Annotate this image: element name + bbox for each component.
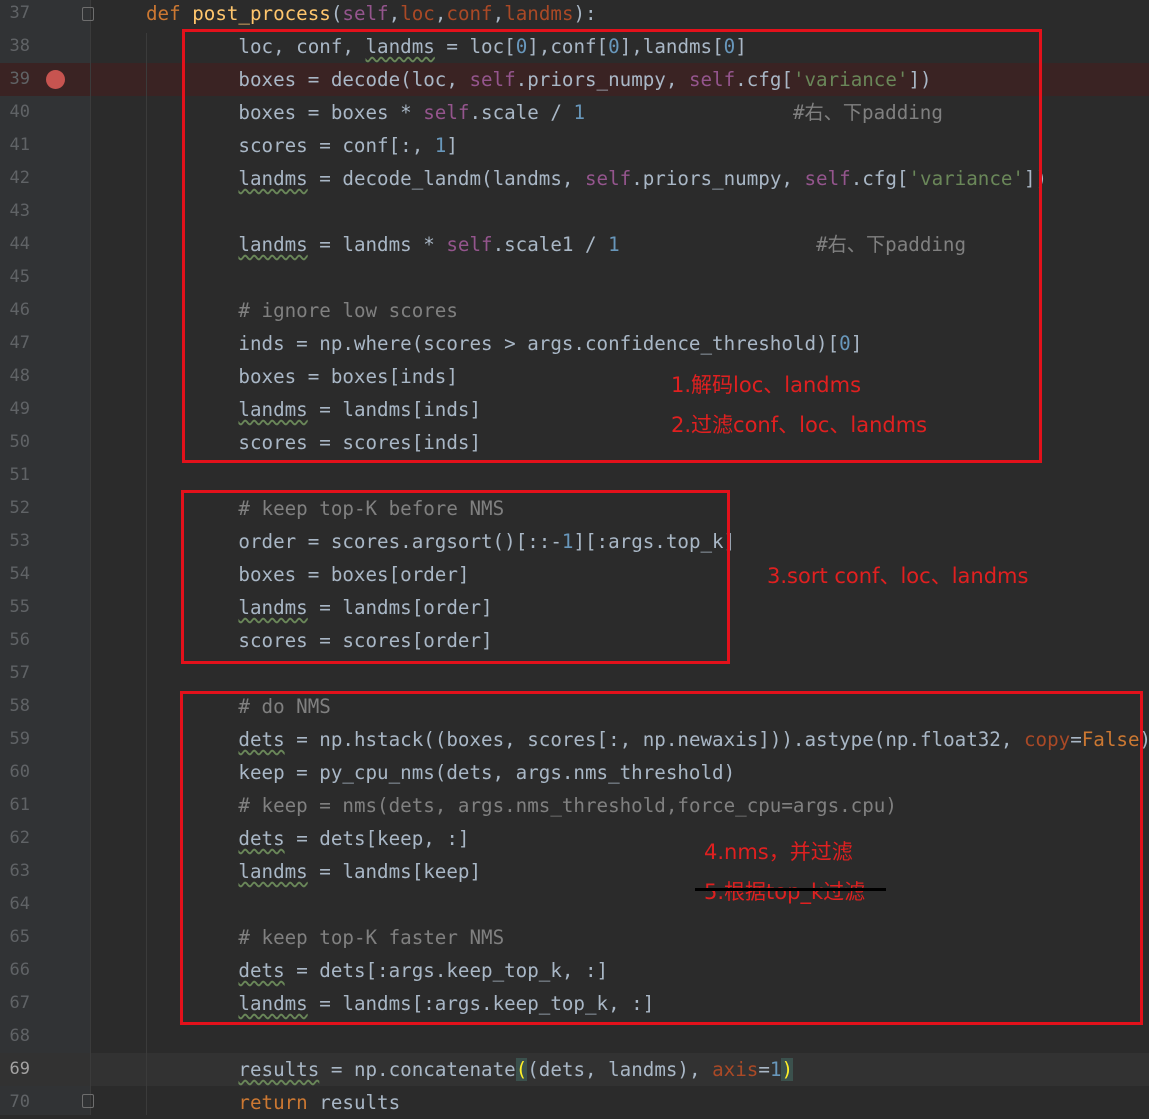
breakpoint-icon[interactable] <box>46 70 65 89</box>
line-number[interactable]: 63 <box>0 855 30 888</box>
line-number[interactable]: 66 <box>0 954 30 987</box>
strikethrough-line <box>695 888 886 891</box>
code-line[interactable]: 37 def post_process(self,loc,conf,landms)… <box>0 0 1149 30</box>
annotation-box-topk-sort <box>181 490 730 664</box>
annotation-box-nms <box>180 691 1143 1025</box>
code-line[interactable]: 70 return results <box>0 1086 1149 1119</box>
line-number[interactable]: 50 <box>0 426 30 459</box>
line-number[interactable]: 56 <box>0 624 30 657</box>
annotation-note-topk-struck: 5.根据top_k过滤 <box>704 880 866 904</box>
indent-guide <box>90 0 91 1115</box>
line-number[interactable]: 61 <box>0 789 30 822</box>
line-number[interactable]: 54 <box>0 558 30 591</box>
line-number[interactable]: 46 <box>0 294 30 327</box>
code-text[interactable]: results = np.concatenate((dets, landms),… <box>146 1053 793 1086</box>
line-number[interactable]: 51 <box>0 459 30 492</box>
line-number[interactable]: 49 <box>0 393 30 426</box>
annotation-note-decode: 1.解码loc、landms <box>671 373 862 397</box>
line-number[interactable]: 43 <box>0 195 30 228</box>
line-number[interactable]: 42 <box>0 162 30 195</box>
line-number[interactable]: 69 <box>0 1053 30 1086</box>
code-text[interactable]: return results <box>146 1086 400 1119</box>
annotation-note-filter: 2.过滤conf、loc、landms <box>671 413 928 437</box>
line-number[interactable]: 57 <box>0 657 30 690</box>
line-number[interactable]: 59 <box>0 723 30 756</box>
line-number[interactable]: 62 <box>0 822 30 855</box>
line-number[interactable]: 58 <box>0 690 30 723</box>
line-number[interactable]: 45 <box>0 261 30 294</box>
line-number[interactable]: 68 <box>0 1020 30 1053</box>
line-number[interactable]: 55 <box>0 591 30 624</box>
indent-guide <box>146 33 147 1115</box>
annotation-note-sort: 3.sort conf、loc、landms <box>767 564 1029 588</box>
line-number[interactable]: 38 <box>0 30 30 63</box>
line-number[interactable]: 52 <box>0 492 30 525</box>
line-number[interactable]: 37 <box>0 0 30 30</box>
code-text[interactable]: def post_process(self,loc,conf,landms): <box>146 0 597 30</box>
line-number[interactable]: 40 <box>0 96 30 129</box>
code-editor[interactable]: 37 def post_process(self,loc,conf,landms)… <box>0 0 1149 1115</box>
line-number[interactable]: 67 <box>0 987 30 1020</box>
line-number[interactable]: 41 <box>0 129 30 162</box>
line-number[interactable]: 44 <box>0 228 30 261</box>
fold-marker-icon[interactable] <box>82 1094 94 1108</box>
code-line[interactable]: 51 <box>0 459 1149 492</box>
line-number[interactable]: 53 <box>0 525 30 558</box>
line-number[interactable]: 39 <box>0 63 30 96</box>
annotation-note-nms: 4.nms，并过滤 <box>704 840 853 864</box>
line-number[interactable]: 65 <box>0 921 30 954</box>
line-number[interactable]: 47 <box>0 327 30 360</box>
line-number[interactable]: 60 <box>0 756 30 789</box>
line-number[interactable]: 70 <box>0 1086 30 1119</box>
line-number[interactable]: 64 <box>0 888 30 921</box>
code-line[interactable]: 69 results = np.concatenate((dets, landm… <box>0 1053 1149 1086</box>
annotation-box-decode-filter <box>182 29 1042 463</box>
fold-marker-icon[interactable] <box>82 7 94 21</box>
line-number[interactable]: 48 <box>0 360 30 393</box>
